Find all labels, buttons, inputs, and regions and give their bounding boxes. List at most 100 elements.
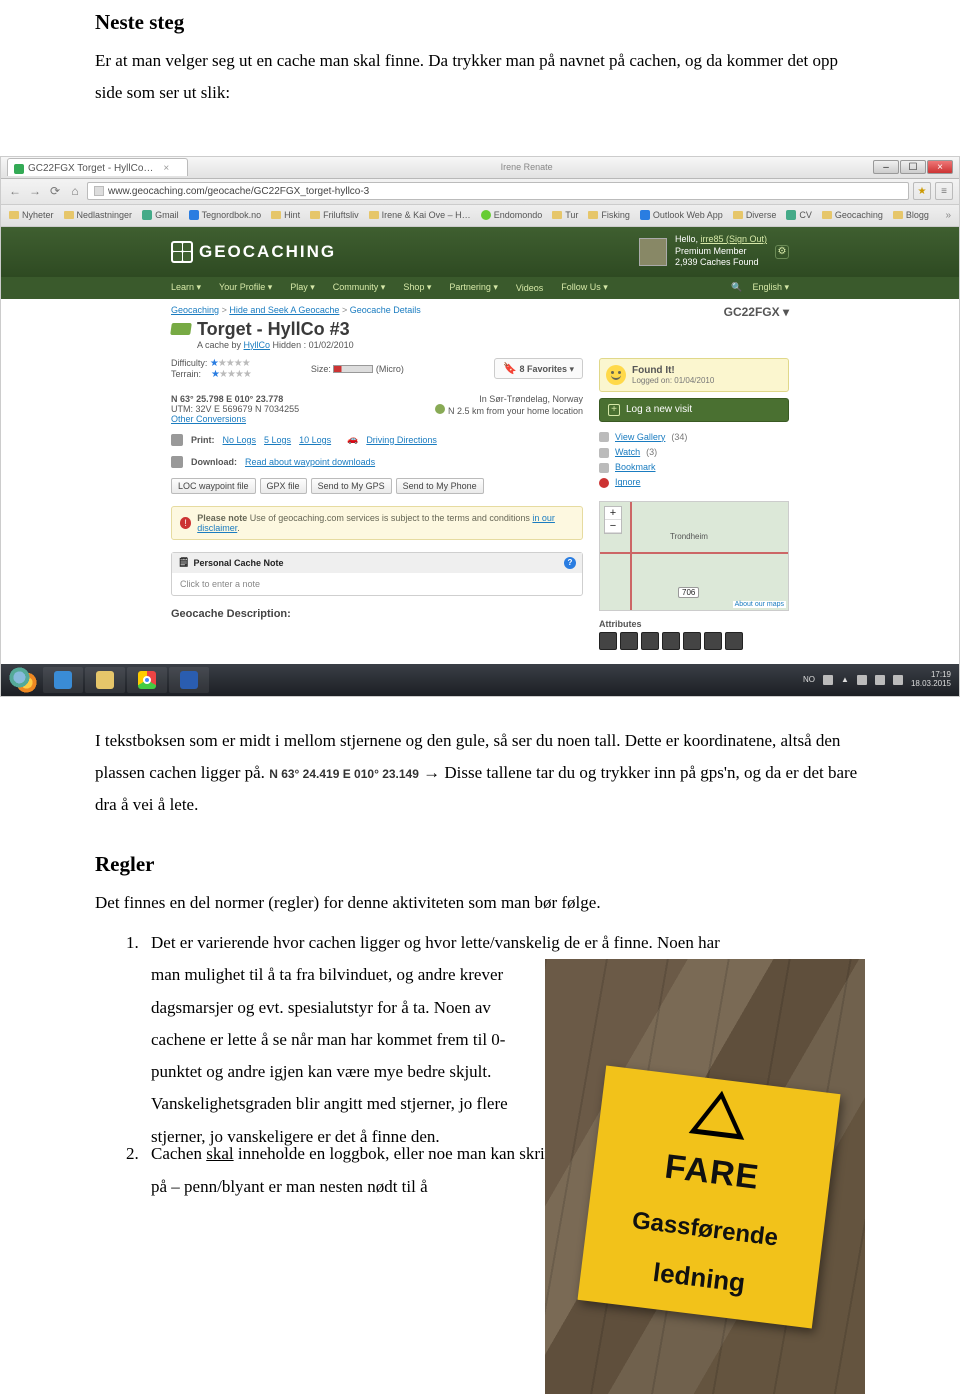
bookmark-item[interactable]: Nyheter xyxy=(9,210,54,220)
settings-gear-icon[interactable]: ⚙ xyxy=(775,245,789,259)
nav-item[interactable]: Videos xyxy=(516,283,543,293)
coords-primary: N 63° 25.798 E 010° 23.778 xyxy=(171,394,283,404)
signout-link[interactable]: (Sign Out) xyxy=(723,234,767,244)
map-zoom[interactable]: +− xyxy=(604,506,622,534)
map-city-label: Trondheim xyxy=(670,532,708,541)
folder-icon xyxy=(9,211,19,219)
nav-item[interactable]: Partnering ▾ xyxy=(449,282,498,293)
print-link[interactable]: 5 Logs xyxy=(264,435,291,445)
member-status: Premium Member xyxy=(675,246,767,258)
bookmark-item[interactable]: Diverse xyxy=(733,210,777,220)
language-selector[interactable]: English ▾ xyxy=(752,282,789,293)
download-button[interactable]: Send to My Phone xyxy=(396,478,484,494)
tray-volume-icon[interactable] xyxy=(875,675,885,685)
bookmark-item[interactable]: Blogg xyxy=(893,210,929,220)
nav-reload-icon[interactable]: ⟳ xyxy=(47,183,63,199)
bookmark-item[interactable]: Fisking xyxy=(588,210,630,220)
bookmark-item[interactable]: Outlook Web App xyxy=(640,210,723,220)
nav-item[interactable]: Learn ▾ xyxy=(171,282,201,293)
favorites-box[interactable]: 🔖 8 Favorites ▾ xyxy=(494,358,583,379)
gallery-link[interactable]: View Gallery xyxy=(615,430,665,445)
attribute-icon xyxy=(662,632,680,650)
tray-icon[interactable] xyxy=(823,675,833,685)
bookmark-item[interactable]: Tur xyxy=(552,210,578,220)
bookmark-item[interactable]: Gmail xyxy=(142,210,179,220)
tab-favicon xyxy=(14,164,24,174)
tab-close-icon[interactable]: × xyxy=(163,163,169,174)
bookmarks-bar: Nyheter Nedlastninger Gmail Tegnordbok.n… xyxy=(1,205,959,227)
mini-map[interactable]: +− Trondheim 706 About our maps xyxy=(599,501,789,611)
bookmark-item[interactable]: Endomondo xyxy=(481,210,543,220)
crumb-link[interactable]: Hide and Seek A Geocache xyxy=(229,305,339,315)
bookmark-item[interactable]: Nedlastninger xyxy=(64,210,133,220)
window-maximize-button[interactable]: ☐ xyxy=(900,160,926,174)
nav-item[interactable]: Community ▾ xyxy=(333,282,386,293)
personal-note-field[interactable]: Click to enter a note xyxy=(172,573,582,595)
size-indicator xyxy=(333,365,373,373)
bookmark-link[interactable]: Bookmark xyxy=(615,460,656,475)
other-conversions-link[interactable]: Other Conversions xyxy=(171,414,246,424)
nav-home-icon[interactable]: ⌂ xyxy=(67,183,83,199)
driving-link[interactable]: Driving Directions xyxy=(366,435,437,445)
browser-menu-icon[interactable]: ≡ xyxy=(935,182,953,200)
username-link[interactable]: irre85 xyxy=(700,234,723,244)
window-close-button[interactable]: × xyxy=(927,160,953,174)
tray-network-icon[interactable] xyxy=(857,675,867,685)
browser-tab[interactable]: GC22FGX Torget - HyllCo… × xyxy=(7,158,188,176)
download-button[interactable]: GPX file xyxy=(260,478,307,494)
browser-titlebar: GC22FGX Torget - HyllCo… × Irene Renate … xyxy=(1,157,959,179)
zoom-out-button[interactable]: − xyxy=(605,520,621,533)
gc-code[interactable]: GC22FGX ▾ xyxy=(724,305,789,319)
search-icon[interactable]: 🔍 xyxy=(731,282,742,293)
bookmark-star-icon[interactable]: ★ xyxy=(913,182,931,200)
bookmarks-overflow[interactable]: » xyxy=(945,210,951,221)
log-visit-button[interactable]: + Log a new visit xyxy=(599,398,789,422)
download-button[interactable]: Send to My GPS xyxy=(311,478,392,494)
window-minimize-button[interactable]: – xyxy=(873,160,899,174)
download-help-link[interactable]: Read about waypoint downloads xyxy=(245,457,375,467)
site-logo[interactable]: GEOCACHING xyxy=(171,241,336,263)
download-button[interactable]: LOC waypoint file xyxy=(171,478,256,494)
nav-item[interactable]: Follow Us ▾ xyxy=(561,282,608,293)
print-link[interactable]: 10 Logs xyxy=(299,435,331,445)
bookmark-item[interactable]: Friluftsliv xyxy=(310,210,359,220)
list-item: Cachen skal inneholde en loggbok, eller … xyxy=(143,1138,563,1203)
folder-icon xyxy=(64,211,74,219)
tray-clock[interactable]: 17:19 18.03.2015 xyxy=(911,671,951,689)
bookmark-item[interactable]: Irene & Kai Ove – H… xyxy=(369,210,471,220)
taskbar-word[interactable] xyxy=(169,667,209,693)
zoom-in-button[interactable]: + xyxy=(605,507,621,520)
bookmark-item[interactable]: Tegnordbok.no xyxy=(189,210,262,220)
nav-back-icon[interactable]: ← xyxy=(7,183,23,199)
map-badge: 706 xyxy=(678,587,699,598)
tray-battery-icon[interactable] xyxy=(893,675,903,685)
taskbar-explorer[interactable] xyxy=(85,667,125,693)
tray-lang[interactable]: NO xyxy=(803,675,815,684)
about-maps-link[interactable]: About our maps xyxy=(733,601,786,608)
terrain-stars: ★★★★★ xyxy=(211,369,251,380)
nav-item[interactable]: Your Profile ▾ xyxy=(219,282,272,293)
avatar[interactable] xyxy=(639,238,667,266)
watch-link[interactable]: Watch xyxy=(615,445,640,460)
owner-link[interactable]: HyllCo xyxy=(244,340,271,350)
start-button[interactable] xyxy=(5,667,41,693)
ignore-link[interactable]: Ignore xyxy=(615,475,641,490)
nav-forward-icon[interactable]: → xyxy=(27,183,43,199)
url-field[interactable]: www.geocaching.com/geocache/GC22FGX_torg… xyxy=(87,182,909,200)
car-icon: 🚗 xyxy=(347,434,358,445)
outlook-icon xyxy=(640,210,650,220)
download-label: Download: xyxy=(191,457,237,467)
bookmark-item[interactable]: Hint xyxy=(271,210,300,220)
nav-item[interactable]: Play ▾ xyxy=(290,282,315,293)
folder-icon xyxy=(552,211,562,219)
nav-item[interactable]: Shop ▾ xyxy=(403,282,431,293)
help-icon[interactable]: ? xyxy=(564,557,576,569)
taskbar-ie[interactable] xyxy=(43,667,83,693)
bookmark-item[interactable]: Geocaching xyxy=(822,210,883,220)
bookmark-item[interactable]: CV xyxy=(786,210,812,220)
taskbar-chrome[interactable] xyxy=(127,667,167,693)
map-road xyxy=(600,552,788,554)
print-link[interactable]: No Logs xyxy=(223,435,257,445)
tray-up-icon[interactable]: ▲ xyxy=(841,675,849,684)
crumb-link[interactable]: Geocaching xyxy=(171,305,219,315)
